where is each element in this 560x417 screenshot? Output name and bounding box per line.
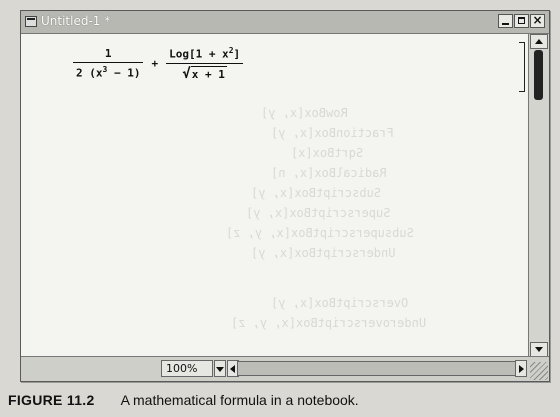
scroll-up-button[interactable] (530, 34, 548, 49)
close-icon: × (532, 13, 543, 27)
fraction-2-numerator-base: Log[1 + x (169, 47, 229, 61)
minimize-button[interactable] (498, 14, 513, 28)
window-title: Untitled-1 * (41, 14, 111, 28)
status-bar: 100% (21, 356, 549, 381)
close-button[interactable]: × (530, 13, 545, 28)
notebook-window-icon[interactable] (25, 16, 37, 27)
notebook-content[interactable]: RowBox[x, y] FractionBox[x, y] SqrtBox[x… (21, 34, 527, 357)
arrow-up-icon (535, 39, 543, 44)
zoom-level[interactable]: 100% (161, 360, 213, 377)
arrow-right-icon (519, 365, 524, 373)
fraction-2-bar (166, 62, 244, 64)
book-page: Untitled-1 * × RowBox[x, y] FractionBox[… (0, 0, 560, 417)
maximize-button[interactable] (514, 14, 529, 28)
chevron-down-icon (216, 367, 224, 372)
resize-grip-icon[interactable] (530, 362, 548, 380)
fraction-1-denominator: 2 (x3 − 1) (73, 65, 143, 80)
fraction-1-numerator: 1 (104, 47, 112, 60)
figure-label: FIGURE 11.2 (8, 392, 95, 408)
fraction-2-numerator-close: ] (233, 47, 241, 61)
vertical-scrollbar[interactable] (528, 34, 549, 357)
fraction-term-2: Log[1 + x2] √ x + 1 (166, 46, 244, 82)
figure-caption: FIGURE 11.2 A mathematical formula in a n… (8, 392, 359, 408)
minimize-icon (502, 23, 509, 25)
horizontal-scrollbar[interactable] (237, 361, 527, 376)
radical-sign-icon: √ (182, 65, 191, 82)
vertical-scroll-thumb[interactable] (534, 50, 543, 100)
window-controls: × (498, 13, 545, 28)
title-bar[interactable]: Untitled-1 * × (21, 11, 549, 34)
plus-operator: + (151, 56, 159, 70)
math-formula-cell[interactable]: 1 2 (x3 − 1) + Log[1 + x2] √ x + 1 (69, 46, 247, 81)
fraction-1-denominator-rest: − 1) (107, 66, 141, 80)
maximize-icon (518, 17, 525, 24)
scroll-right-button[interactable] (515, 360, 527, 377)
fraction-1-bar (73, 62, 144, 63)
fraction-term-1: 1 2 (x3 − 1) (73, 47, 144, 80)
cell-bracket[interactable] (519, 42, 525, 92)
square-root: √ x + 1 (179, 65, 230, 82)
fraction-2-numerator: Log[1 + x2] (166, 46, 243, 61)
zoom-dropdown-button[interactable] (214, 360, 226, 377)
arrow-down-icon (535, 347, 543, 352)
square-root-radicand: x + 1 (190, 65, 227, 81)
figure-caption-text: A mathematical formula in a notebook. (120, 392, 359, 408)
scroll-down-button[interactable] (530, 342, 548, 357)
arrow-left-icon (230, 365, 235, 373)
fraction-1-denominator-base: 2 (x (76, 66, 103, 80)
notebook-window: Untitled-1 * × RowBox[x, y] FractionBox[… (20, 10, 550, 382)
